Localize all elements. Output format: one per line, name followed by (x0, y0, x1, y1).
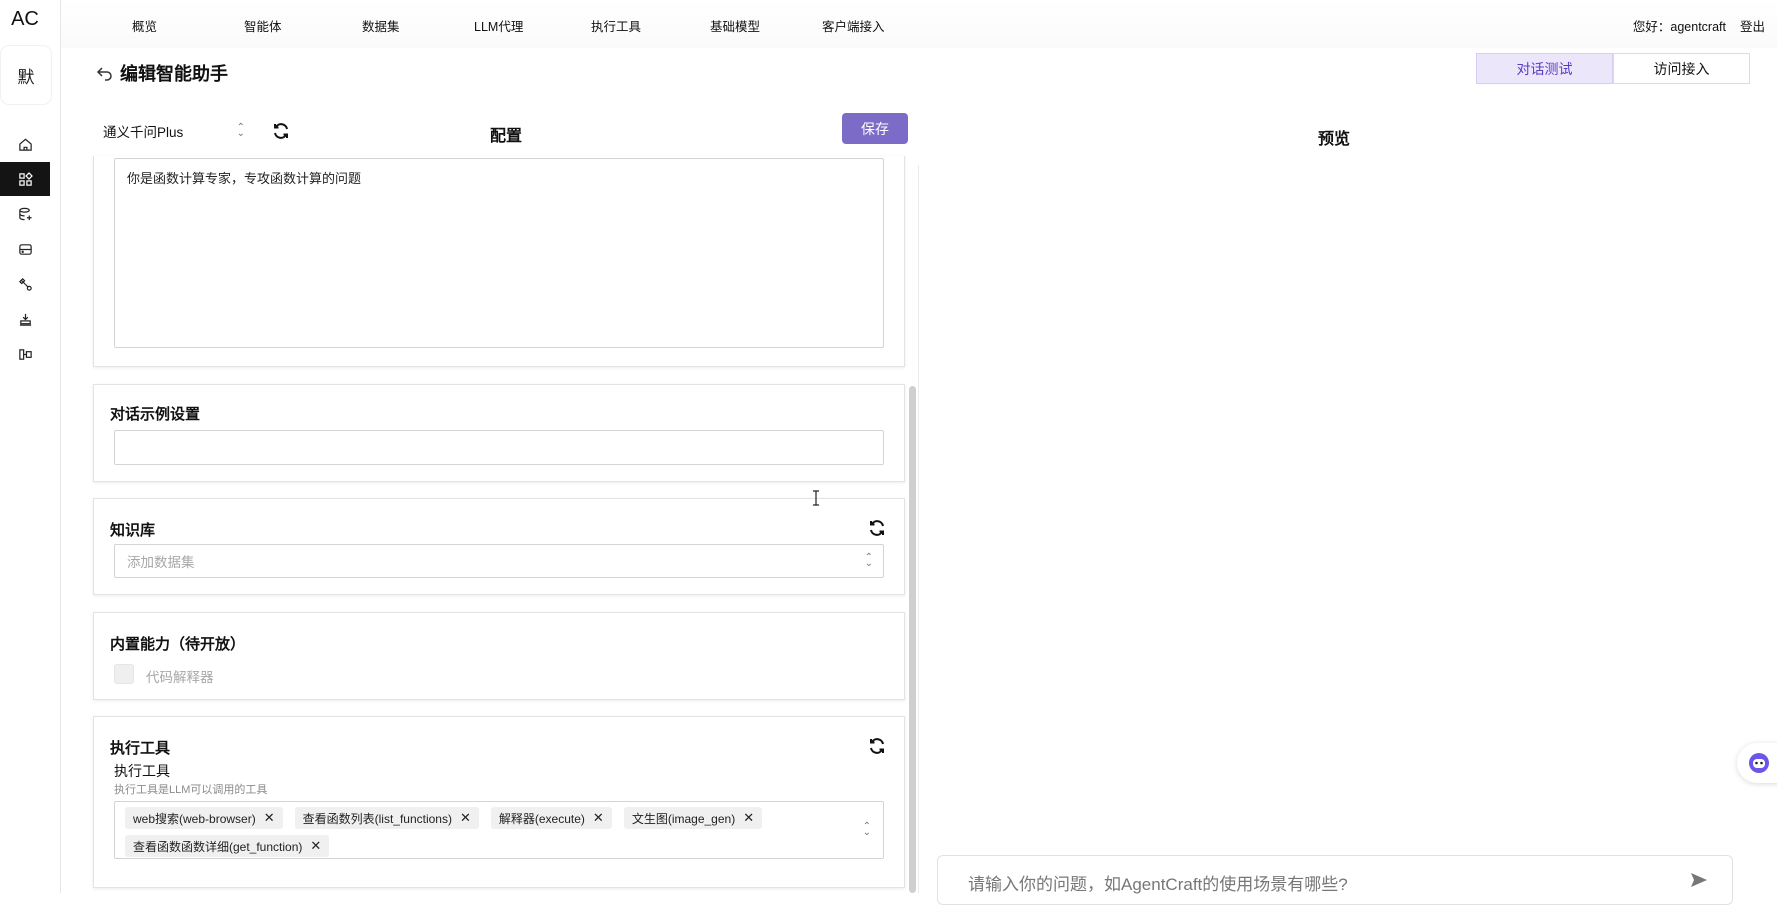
tool-tag-label: web搜索(web-browser) (133, 811, 256, 826)
close-icon[interactable]: ✕ (264, 810, 275, 826)
dataset-icon[interactable] (0, 197, 50, 231)
nav-agents[interactable]: 智能体 (244, 16, 282, 35)
close-icon[interactable]: ✕ (743, 810, 754, 826)
text-cursor-icon (813, 490, 819, 506)
tab-access[interactable]: 访问接入 (1613, 53, 1750, 84)
preview-title: 预览 (1318, 131, 1351, 148)
model-select-value: 通义千问Plus (103, 125, 184, 140)
nav-base-models[interactable]: 基础模型 (710, 16, 760, 35)
tools-multiselect[interactable]: web搜索(web-browser) ✕ 查看函数列表(list_function… (114, 801, 884, 859)
code-interpreter-label: 代码解释器 (146, 670, 214, 685)
tool-tag-label: 文生图(image_gen) (631, 811, 736, 826)
knowledge-title: 知识库 (110, 522, 156, 539)
examples-card: 对话示例设置 (93, 384, 905, 482)
system-prompt-textarea[interactable]: 你是函数计算专家，专攻函数计算的问题 (114, 158, 884, 348)
tool-tag: web搜索(web-browser) ✕ (125, 807, 283, 829)
chevron-updown-icon: ⌃ ⌄ (864, 552, 873, 569)
knowledge-card: 知识库 添加数据集 ⌃ ⌄ (93, 498, 905, 595)
config-title: 配置 (490, 128, 523, 145)
save-button[interactable]: 保存 (842, 113, 908, 144)
app-logo: AC (11, 8, 39, 30)
model-icon[interactable] (0, 302, 50, 336)
close-icon[interactable]: ✕ (593, 810, 604, 826)
code-interpreter-checkbox[interactable] (114, 664, 134, 684)
tools-refresh-icon[interactable] (866, 735, 888, 757)
tool-tag-label: 查看函数函数详细(get_function) (133, 839, 303, 854)
proxy-icon[interactable] (0, 232, 50, 266)
agent-grid-icon[interactable] (0, 162, 50, 196)
panel-divider (918, 165, 919, 893)
builtin-card: 内置能力（待开放） 代码解释器 (93, 612, 905, 700)
chevron-updown-icon: ⌃ ⌄ (862, 821, 871, 838)
workspace-avatar[interactable]: 默 (1, 46, 51, 104)
tools-field-label: 执行工具 (114, 763, 170, 779)
left-rail: AC 默 (0, 0, 61, 893)
close-icon[interactable]: ✕ (310, 838, 321, 854)
logout-link[interactable]: 登出 (1740, 20, 1765, 34)
back-arrow-icon[interactable] (96, 64, 114, 82)
nav-llm-proxy[interactable]: LLM代理 (474, 16, 523, 35)
model-refresh-icon[interactable] (270, 120, 292, 142)
config-scrollbar[interactable] (909, 386, 916, 893)
page-header: 编辑智能助手 (96, 60, 228, 86)
tool-tag-label: 解释器(execute) (498, 811, 585, 826)
knowledge-refresh-icon[interactable] (866, 517, 888, 539)
greeting-text: 您好：agentcraft (1632, 20, 1726, 34)
home-icon[interactable] (0, 127, 50, 161)
tools-card: 执行工具 执行工具 执行工具是LLM可以调用的工具 web搜索(web-brow… (93, 716, 905, 888)
knowledge-select[interactable]: 添加数据集 ⌃ ⌄ (114, 544, 884, 578)
examples-title: 对话示例设置 (110, 406, 201, 423)
chevron-updown-icon: ⌃ ⌄ (236, 122, 245, 139)
bot-face-icon (1749, 753, 1769, 773)
tab-chat-test[interactable]: 对话测试 (1476, 53, 1613, 84)
client-icon[interactable] (0, 337, 50, 371)
nav-client-access[interactable]: 客户端接入 (822, 16, 885, 35)
tool-tag: 查看函数函数详细(get_function) ✕ (125, 835, 330, 857)
user-greeting: 您好：agentcraft 登出 (1633, 16, 1765, 35)
examples-input[interactable] (114, 430, 884, 465)
page-title: 编辑智能助手 (120, 64, 228, 84)
tool-tag: 查看函数列表(list_functions) ✕ (294, 807, 479, 829)
nav-overview[interactable]: 概览 (132, 16, 157, 35)
chat-input[interactable]: 请输入你的问题，如AgentCraft的使用场景有哪些? (937, 855, 1733, 905)
builtin-title: 内置能力（待开放） (110, 636, 246, 653)
assistant-bot-button[interactable] (1737, 743, 1777, 783)
knowledge-placeholder: 添加数据集 (127, 555, 195, 570)
prompt-card: 你是函数计算专家，专攻函数计算的问题 (93, 156, 905, 367)
tools-title: 执行工具 (110, 740, 171, 757)
top-nav: 概览 智能体 数据集 LLM代理 执行工具 基础模型 客户端接入 您好：agen… (61, 0, 1777, 48)
tool-tag-label: 查看函数列表(list_functions) (302, 811, 452, 826)
tool-icon[interactable] (0, 267, 50, 301)
mode-tabs: 对话测试 访问接入 (1476, 53, 1750, 84)
tools-field-desc: 执行工具是LLM可以调用的工具 (114, 784, 268, 796)
model-select[interactable]: 通义千问Plus ⌃ ⌄ (96, 118, 251, 144)
close-icon[interactable]: ✕ (460, 810, 471, 826)
nav-datasets[interactable]: 数据集 (362, 16, 400, 35)
send-icon[interactable] (1690, 871, 1708, 889)
tool-tag: 文生图(image_gen) ✕ (623, 807, 763, 829)
tool-tag: 解释器(execute) ✕ (490, 807, 612, 829)
nav-tools[interactable]: 执行工具 (591, 16, 641, 35)
